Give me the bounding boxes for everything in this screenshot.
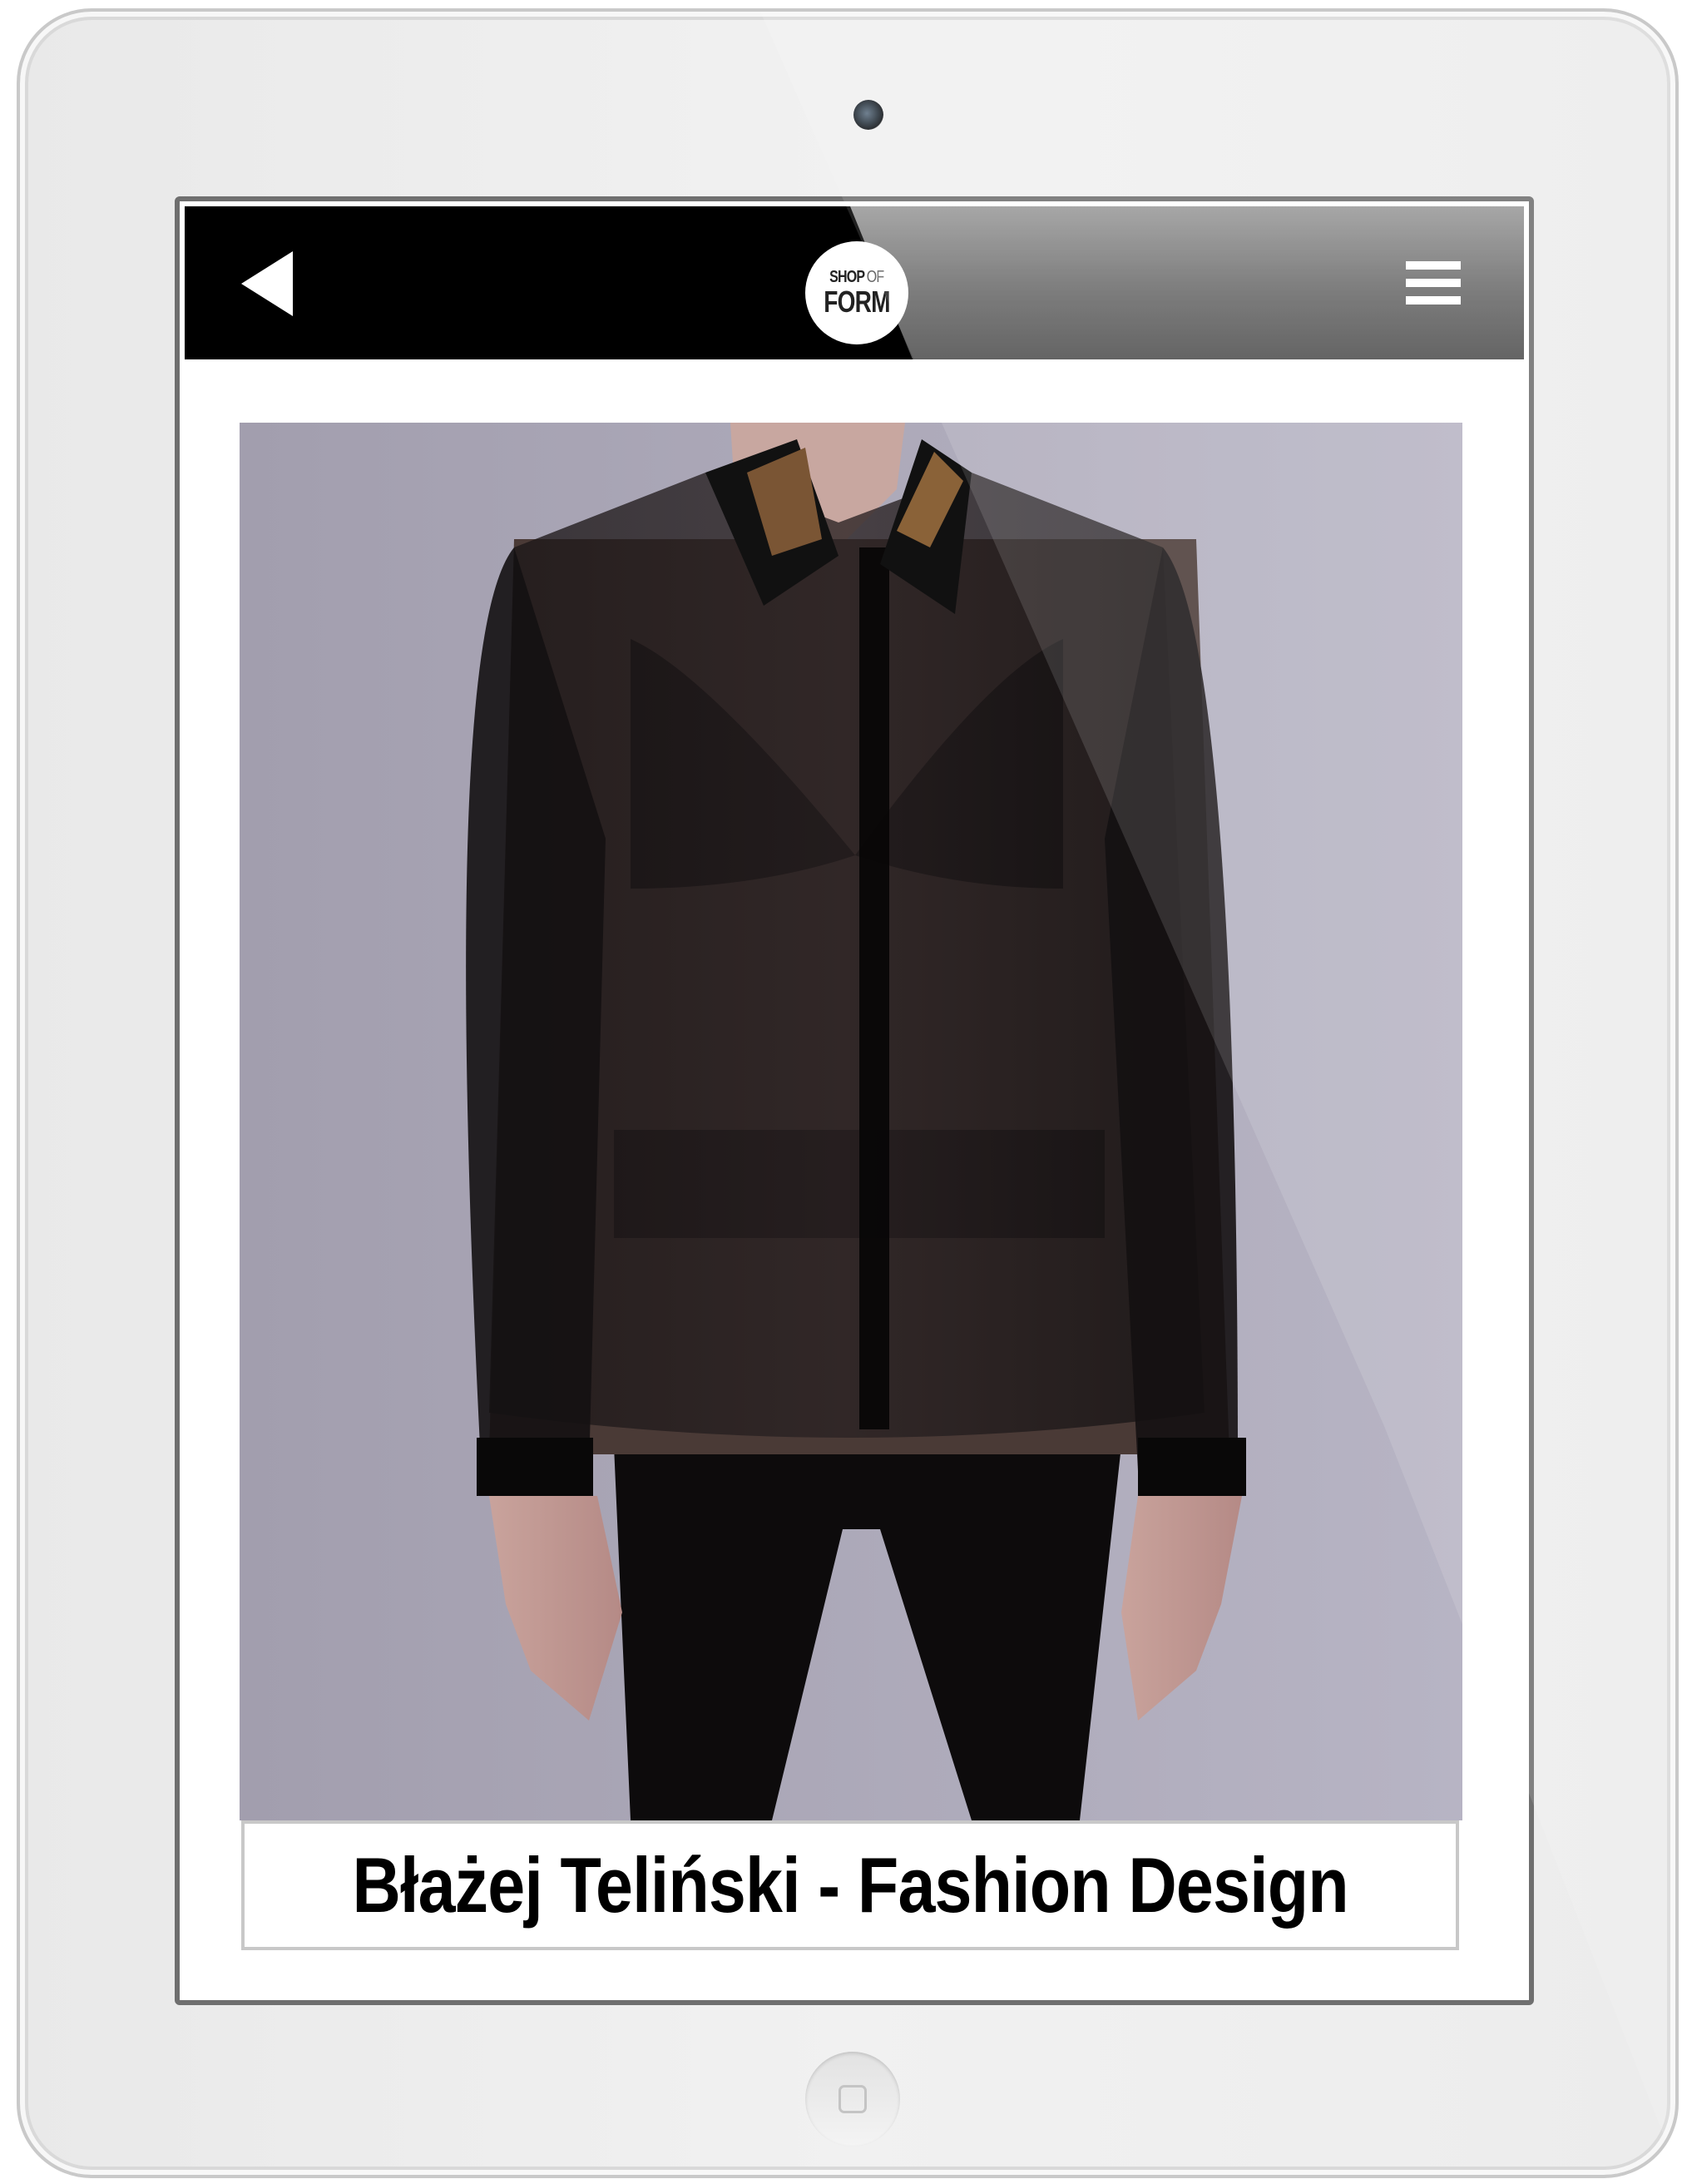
- product-caption: Błażej Teliński - Fashion Design: [241, 1820, 1459, 1950]
- logo-line-1: SHOP OF: [829, 268, 884, 286]
- back-arrow-icon: [241, 251, 293, 316]
- back-button[interactable]: [236, 246, 311, 321]
- hamburger-menu-icon: [1406, 261, 1464, 305]
- menu-button[interactable]: [1406, 261, 1464, 311]
- home-button-icon: [839, 2085, 867, 2113]
- caption-text: Błażej Teliński - Fashion Design: [352, 1841, 1348, 1929]
- camera-icon: [853, 100, 883, 130]
- product-photo[interactable]: [240, 423, 1462, 1820]
- logo[interactable]: SHOP OF FORM: [805, 241, 908, 344]
- tablet-device: SHOP OF FORM Błażej Teliński - Fashion D…: [17, 8, 1679, 2178]
- screen: SHOP OF FORM Błażej Teliński - Fashion D…: [175, 196, 1534, 2005]
- product-photo-drawing: [240, 423, 1462, 1820]
- app-header: SHOP OF FORM: [185, 206, 1524, 359]
- home-button[interactable]: [805, 2052, 900, 2147]
- logo-line-2: FORM: [824, 285, 890, 319]
